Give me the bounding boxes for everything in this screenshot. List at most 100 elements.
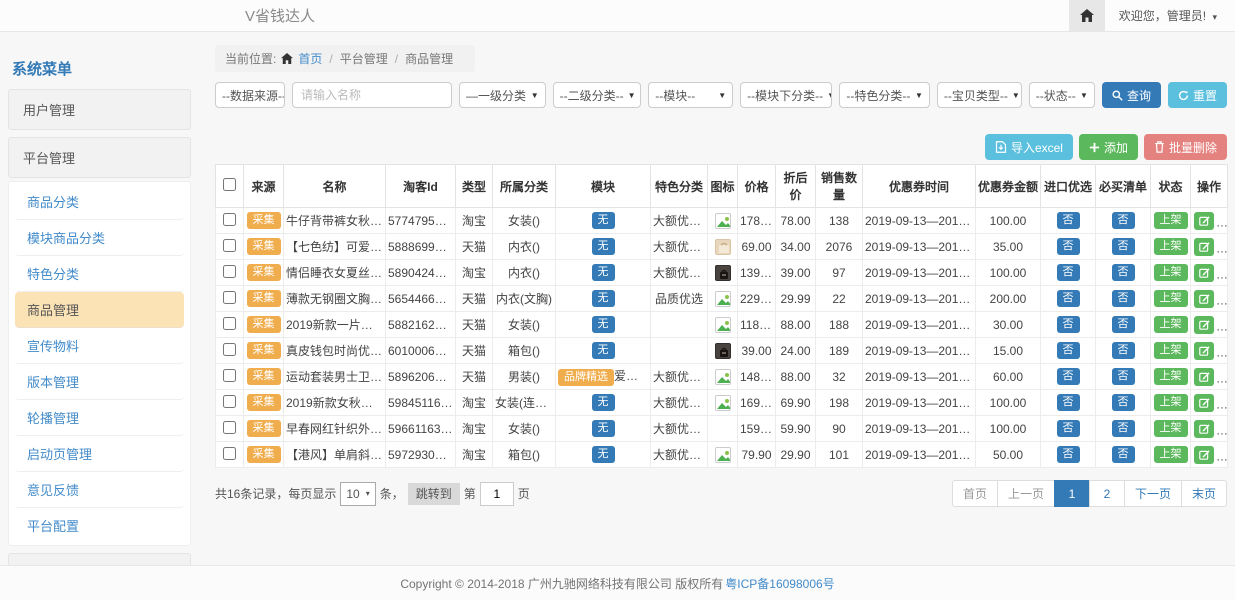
import-select-toggle[interactable]: 否 [1057,290,1080,307]
pager-next-page[interactable]: 下一页 [1124,480,1182,507]
icp-link[interactable]: 粤ICP备16098006号 [725,575,834,592]
jump-page-input[interactable] [480,482,514,506]
edit-button[interactable] [1194,316,1214,334]
pager-first-page[interactable]: 首页 [952,480,998,507]
sidebar-subitem-carousel-management[interactable]: 轮播管理 [15,400,184,436]
row-checkbox[interactable] [223,317,236,330]
product-image [715,369,731,385]
edit-button[interactable] [1194,368,1214,386]
edit-button[interactable] [1194,290,1214,308]
row-checkbox[interactable] [223,369,236,382]
pager-page-2[interactable]: 2 [1089,480,1125,507]
filter-select-level1-category[interactable]: —一级分类▼ [459,82,546,108]
import-select-toggle[interactable]: 否 [1057,212,1080,229]
status-toggle[interactable]: 上架 [1154,238,1188,255]
sidebar-item-platform-management[interactable]: 平台管理 [8,137,191,178]
coupon-amount-cell: 100.00 [976,416,1041,442]
row-checkbox[interactable] [223,265,236,278]
sidebar-subitem-module-goods-category[interactable]: 模块商品分类 [15,220,184,256]
filter-select-feature-category[interactable]: --特色分类--▼ [839,82,929,108]
must-buy-toggle[interactable]: 否 [1112,342,1135,359]
sidebar-item-user-management[interactable]: 用户管理 [8,89,191,130]
status-toggle[interactable]: 上架 [1154,212,1188,229]
edit-button[interactable] [1194,446,1214,464]
filter-select-feature-category-value: --特色分类-- [846,87,910,104]
row-checkbox[interactable] [223,395,236,408]
name-search-input[interactable] [292,82,452,108]
edit-button[interactable] [1194,212,1214,230]
sidebar-subitem-goods-category[interactable]: 商品分类 [15,184,184,220]
pager-page-1[interactable]: 1 [1054,480,1090,507]
sidebar-subitem-version-management[interactable]: 版本管理 [15,364,184,400]
row-checkbox[interactable] [223,291,236,304]
sidebar-subitem-feature-category[interactable]: 特色分类 [15,256,184,292]
status-toggle[interactable]: 上架 [1154,394,1188,411]
sidebar-subitem-splash-management[interactable]: 启动页管理 [15,436,184,472]
batch-delete-button[interactable]: 批量删除 [1144,134,1227,160]
feature-category-cell: 品质优选 [651,286,708,312]
filter-select-module-sub-category[interactable]: --模块下分类--▼ [740,82,832,108]
row-checkbox[interactable] [223,213,236,226]
row-checkbox[interactable] [223,343,236,356]
type-cell: 淘宝 [456,208,493,234]
edit-button[interactable] [1194,342,1214,360]
edit-button[interactable] [1194,394,1214,412]
status-toggle[interactable]: 上架 [1154,342,1188,359]
must-buy-toggle[interactable]: 否 [1112,368,1135,385]
filter-select-module[interactable]: --模块--▼ [648,82,733,108]
must-buy-toggle[interactable]: 否 [1112,420,1135,437]
product-name-cell: 真皮钱包时尚优雅女士... [284,338,386,364]
pager-last-page[interactable]: 末页 [1181,480,1227,507]
edit-button[interactable] [1194,238,1214,256]
status-toggle[interactable]: 上架 [1154,264,1188,281]
status-toggle[interactable]: 上架 [1154,446,1188,463]
row-checkbox[interactable] [223,421,236,434]
must-buy-toggle[interactable]: 否 [1112,394,1135,411]
sidebar-subitem-promo-material[interactable]: 宣传物料 [15,328,184,364]
search-button[interactable]: 查询 [1102,82,1161,108]
must-buy-toggle[interactable]: 否 [1112,238,1135,255]
status-toggle[interactable]: 上架 [1154,316,1188,333]
breadcrumb-home-link[interactable]: 首页 [298,50,322,67]
import-select-toggle[interactable]: 否 [1057,238,1080,255]
add-button[interactable]: 添加 [1079,134,1138,160]
sidebar-subitem-platform-config[interactable]: 平台配置 [15,508,184,543]
filter-select-level2-category[interactable]: --二级分类--▼ [553,82,642,108]
pager-prev-page[interactable]: 上一页 [997,480,1055,507]
home-button[interactable] [1069,0,1105,31]
coupon-amount-cell: 15.00 [976,338,1041,364]
must-buy-toggle[interactable]: 否 [1112,212,1135,229]
status-cell: 上架 [1151,286,1191,312]
edit-button[interactable] [1194,420,1214,438]
sidebar-subitem-feedback[interactable]: 意见反馈 [15,472,184,508]
import-select-toggle[interactable]: 否 [1057,446,1080,463]
must-buy-toggle[interactable]: 否 [1112,316,1135,333]
import-select-toggle[interactable]: 否 [1057,368,1080,385]
import-excel-button[interactable]: 导入excel [985,134,1073,160]
per-page-select[interactable]: 10 ▾ [340,482,375,506]
status-toggle[interactable]: 上架 [1154,420,1188,437]
status-toggle[interactable]: 上架 [1154,368,1188,385]
user-menu[interactable]: 欢迎您，管理员! ▾ [1119,7,1217,24]
import-select-toggle[interactable]: 否 [1057,316,1080,333]
import-select-toggle[interactable]: 否 [1057,342,1080,359]
must-buy-toggle[interactable]: 否 [1112,446,1135,463]
records-summary-mid: 条， [380,485,404,502]
must-buy-toggle[interactable]: 否 [1112,264,1135,281]
import-select-toggle[interactable]: 否 [1057,264,1080,281]
row-checkbox[interactable] [223,447,236,460]
must-buy-toggle[interactable]: 否 [1112,290,1135,307]
filter-select-data-source[interactable]: --数据来源--▼ [215,82,285,108]
edit-button[interactable] [1194,264,1214,282]
row-checkbox[interactable] [223,239,236,252]
icon-cell [708,260,738,286]
sidebar-subitem-goods-management[interactable]: 商品管理 [15,292,184,328]
filter-select-status[interactable]: --状态--▼ [1029,82,1095,108]
filter-select-item-type[interactable]: --宝贝类型--▼ [937,82,1022,108]
import-select-toggle[interactable]: 否 [1057,394,1080,411]
import-select-toggle[interactable]: 否 [1057,420,1080,437]
select-all-checkbox[interactable] [223,178,236,191]
status-toggle[interactable]: 上架 [1154,290,1188,307]
reset-button[interactable]: 重置 [1168,82,1227,108]
jump-button[interactable]: 跳转到 [408,483,460,505]
